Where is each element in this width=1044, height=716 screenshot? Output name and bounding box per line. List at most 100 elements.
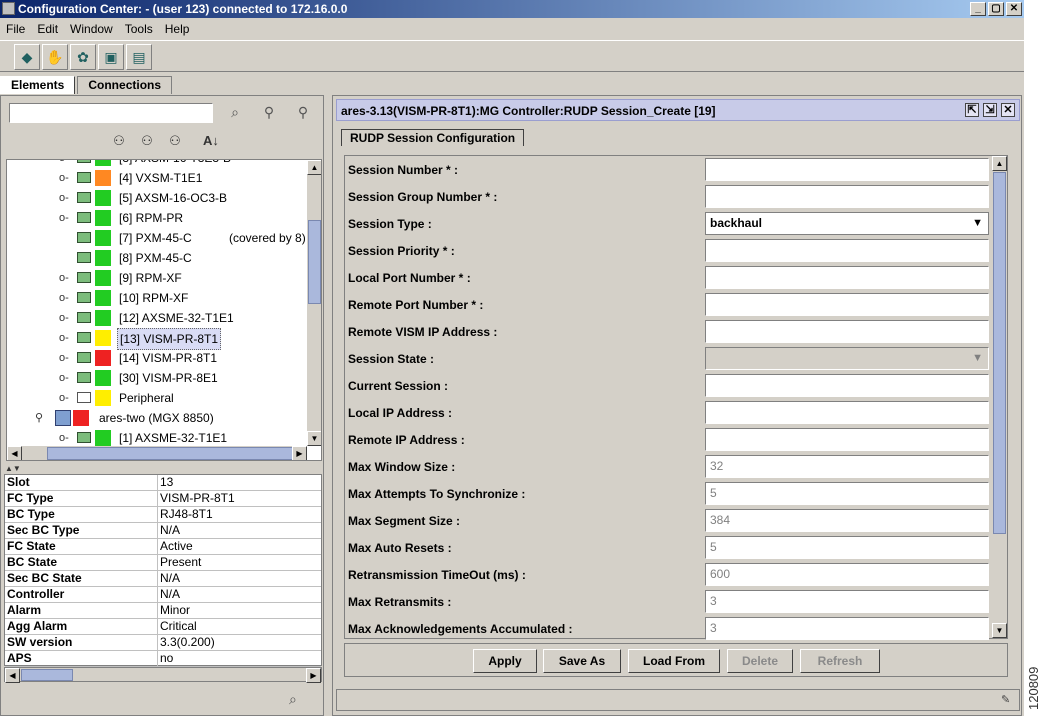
text-field[interactable]: 3	[705, 617, 989, 640]
text-field[interactable]	[705, 266, 989, 289]
tree-item[interactable]: o- [9] RPM-XF	[7, 268, 307, 288]
hand-icon[interactable]: ✋	[42, 44, 68, 70]
tree-vscroll-thumb[interactable]	[308, 220, 321, 304]
tree-item-label[interactable]: ares-two (MGX 8850)	[97, 408, 216, 428]
tree-item-label[interactable]: [5] AXSM-16-OC3-B	[117, 188, 229, 208]
apply-button[interactable]: Apply	[473, 649, 537, 673]
text-field[interactable]	[705, 428, 989, 451]
node-expander-icon[interactable]: ⚲	[35, 408, 49, 428]
tree-scroll-right[interactable]: ▶	[292, 446, 307, 460]
form-scroll-up[interactable]: ▲	[992, 156, 1007, 171]
tree-scroll-down[interactable]: ▼	[307, 431, 321, 446]
text-field[interactable]	[705, 158, 989, 181]
tree-item[interactable]: o- [12] AXSME-32-T1E1	[7, 308, 307, 328]
select-field[interactable]: backhaul ▼	[705, 212, 989, 235]
save-as-button[interactable]: Save As	[543, 649, 621, 673]
menu-help[interactable]: Help	[165, 19, 190, 39]
tree-item-label[interactable]: [8] PXM-45-C	[117, 248, 194, 268]
find-next-icon[interactable]: ⚲	[259, 104, 279, 122]
text-field[interactable]: 32	[705, 455, 989, 478]
text-field[interactable]	[705, 239, 989, 262]
form-scroll-down[interactable]: ▼	[992, 623, 1007, 638]
tree-item[interactable]: o- [6] RPM-PR	[7, 208, 307, 228]
tree-item[interactable]: ⚲ ares-two (MGX 8850)	[7, 408, 307, 428]
tree-item[interactable]: o- [30] VISM-PR-8E1	[7, 368, 307, 388]
menu-tools[interactable]: Tools	[125, 19, 153, 39]
tree-expander-icon[interactable]: o-	[59, 368, 73, 388]
maximize-button[interactable]: ▢	[988, 2, 1004, 16]
tree-hscroll-thumb[interactable]	[47, 447, 297, 460]
tree-expander-icon[interactable]: o-	[59, 268, 73, 288]
tree-expander-icon[interactable]: o-	[59, 168, 73, 188]
minimize-button[interactable]: _	[970, 2, 986, 16]
chevron-down-icon[interactable]: ▼	[972, 348, 983, 369]
tree-collapse-icon[interactable]: ⚇	[165, 133, 185, 151]
tree-scroll-left[interactable]: ◀	[7, 446, 22, 460]
tree-item-label[interactable]: [12] AXSME-32-T1E1	[117, 308, 236, 328]
props-hscroll[interactable]: ◀ ▶	[4, 667, 322, 683]
text-field[interactable]: 600	[705, 563, 989, 586]
tree-expander-icon[interactable]: o-	[59, 160, 73, 168]
tree-item[interactable]: o- [5] AXSM-16-OC3-B	[7, 188, 307, 208]
pin-icon[interactable]: ✎	[1001, 693, 1015, 707]
tree-item[interactable]: o- [3] AXSM-16-T3E3-B	[7, 160, 307, 168]
tree-expander-icon[interactable]: o-	[59, 308, 73, 328]
tree-item-label[interactable]: [1] AXSME-32-T1E1	[117, 428, 229, 448]
tree-item-label[interactable]: [4] VXSM-T1E1	[117, 168, 204, 188]
splitter-arrows-icon[interactable]: ▲▼	[5, 464, 21, 473]
tree-item-label[interactable]: [10] RPM-XF	[117, 288, 190, 308]
tab-connections[interactable]: Connections	[77, 76, 173, 94]
undock-icon[interactable]: ⇱	[965, 103, 979, 117]
refresh-button[interactable]: Refresh	[800, 649, 880, 673]
tree-expander-icon[interactable]: o-	[59, 208, 73, 228]
form-vscroll[interactable]: ▲ ▼	[992, 156, 1007, 638]
tree-expander-icon[interactable]: o-	[59, 328, 73, 348]
chevron-down-icon[interactable]: ▼	[972, 213, 983, 234]
tree-vscroll[interactable]: ▲ ▼	[307, 160, 321, 446]
delete-button[interactable]: Delete	[727, 649, 793, 673]
tree-item-label[interactable]: [14] VISM-PR-8T1	[117, 348, 219, 368]
tree-item[interactable]: o- Peripheral	[7, 388, 307, 408]
tree-item-label[interactable]: [9] RPM-XF	[117, 268, 184, 288]
tree-item-label[interactable]: [13] VISM-PR-8T1	[117, 328, 222, 350]
tree-expander-icon[interactable]: o-	[59, 288, 73, 308]
text-field[interactable]	[705, 401, 989, 424]
tree-item[interactable]: o- [1] AXSME-32-T1E1	[7, 428, 307, 448]
text-field[interactable]: 5	[705, 536, 989, 559]
tree-item-label[interactable]: [6] RPM-PR	[117, 208, 185, 228]
tree-expander-icon[interactable]: o-	[59, 348, 73, 368]
search-input[interactable]	[9, 103, 213, 123]
panel-close-icon[interactable]: ✕	[1001, 103, 1015, 117]
tree-item[interactable]: o- [4] VXSM-T1E1	[7, 168, 307, 188]
tree-item[interactable]: o- [14] VISM-PR-8T1	[7, 348, 307, 368]
props-hscroll-thumb[interactable]	[21, 669, 73, 681]
menu-edit[interactable]: Edit	[37, 19, 58, 39]
text-field[interactable]: 384	[705, 509, 989, 532]
window-icon[interactable]: ▣	[98, 44, 124, 70]
text-field[interactable]	[705, 185, 989, 208]
menu-window[interactable]: Window	[70, 19, 113, 39]
tree-item[interactable]: o- [13] VISM-PR-8T1	[7, 328, 307, 350]
tree-expander-icon[interactable]: o-	[59, 188, 73, 208]
tree-expander-icon[interactable]: o-	[59, 388, 73, 408]
form-vscroll-thumb[interactable]	[993, 172, 1006, 534]
gear-icon[interactable]: ✿	[70, 44, 96, 70]
menu-file[interactable]: File	[6, 19, 25, 39]
tree-item-label[interactable]: [30] VISM-PR-8E1	[117, 368, 220, 388]
text-field[interactable]	[705, 374, 989, 397]
tab-rudp-session-configuration[interactable]: RUDP Session Configuration	[341, 129, 525, 146]
select-field[interactable]: ▼	[705, 347, 989, 370]
tree-item[interactable]: o- [10] RPM-XF	[7, 288, 307, 308]
close-button[interactable]: ✕	[1006, 2, 1022, 16]
tree-item-label[interactable]: [3] AXSM-16-T3E3-B	[117, 160, 233, 168]
tree-expand-icon[interactable]: ⚇	[137, 133, 157, 151]
text-field[interactable]	[705, 320, 989, 343]
restore-icon[interactable]: ⇲	[983, 103, 997, 117]
tree-item[interactable]: [8] PXM-45-C	[7, 248, 307, 268]
find-prev-icon[interactable]: ⚲	[293, 104, 313, 122]
tree-expander-icon[interactable]: o-	[59, 428, 73, 448]
tree-scroll-up[interactable]: ▲	[307, 160, 321, 175]
text-field[interactable]: 3	[705, 590, 989, 613]
cube-icon[interactable]: ◆	[14, 44, 40, 70]
tree-item-label[interactable]: Peripheral	[117, 388, 176, 408]
